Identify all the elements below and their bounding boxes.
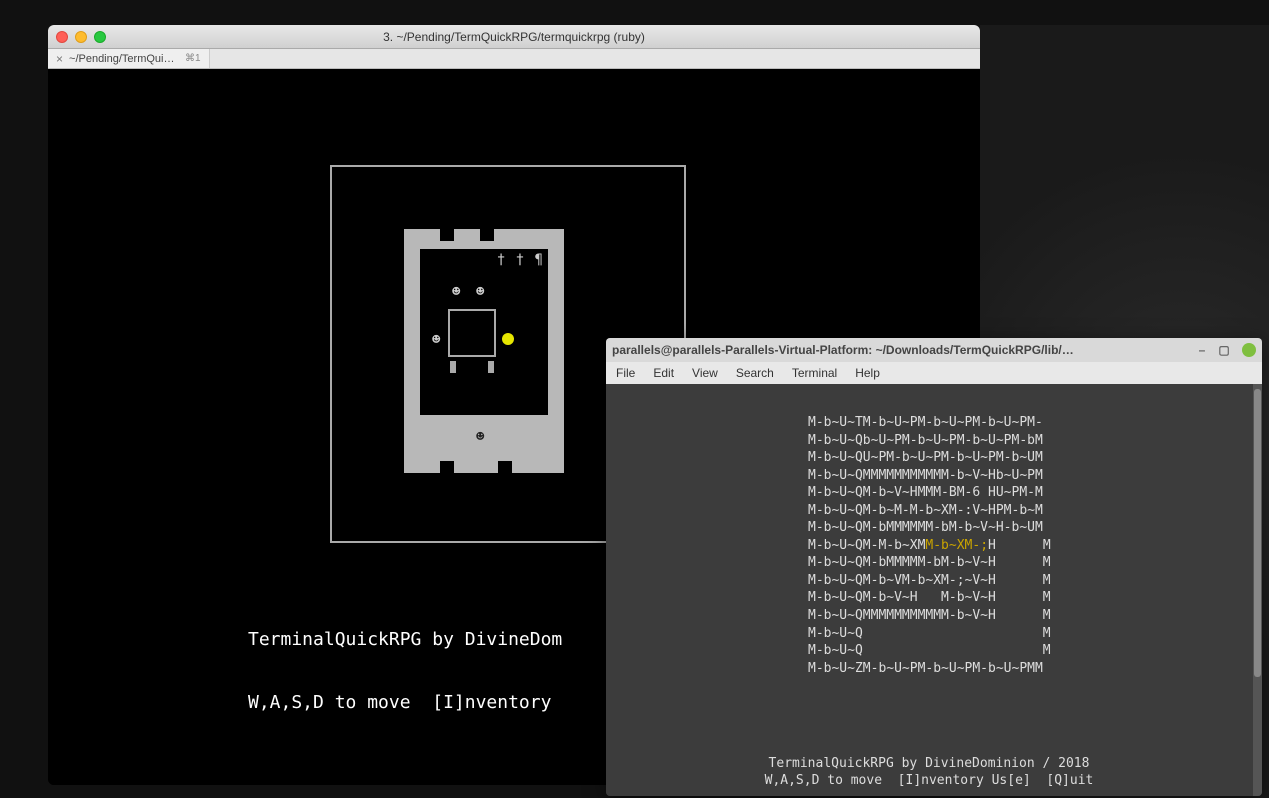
npc-face-icon: ☻	[476, 429, 484, 445]
tab-close-icon[interactable]: ×	[56, 53, 63, 65]
linux-titlebar[interactable]: parallels@parallels-Parallels-Virtual-Pl…	[606, 338, 1262, 362]
wall-notch	[480, 229, 494, 241]
scrollbar[interactable]	[1253, 384, 1262, 796]
maximize-button[interactable]	[94, 31, 106, 43]
game-map-ascii: M-b~U~TM-b~U~PM-b~U~PM-b~U~PM- M-b~U~Qb~…	[808, 414, 1250, 677]
menu-help[interactable]: Help	[855, 366, 880, 380]
item-glyphs: † † ¶	[497, 253, 544, 267]
close-button[interactable]	[56, 31, 68, 43]
game-room-panel: † † ¶ ☻ ☻ ☻ ☻	[404, 229, 564, 473]
minimize-button[interactable]	[75, 31, 87, 43]
linux-terminal-window: parallels@parallels-Parallels-Virtual-Pl…	[606, 338, 1262, 796]
game-room-interior: † † ¶ ☻ ☻ ☻	[420, 249, 548, 415]
npc-face-icon: ☻	[432, 333, 440, 347]
tab-shortcut: ⌘1	[185, 53, 201, 64]
window-title: 3. ~/Pending/TermQuickRPG/termquickrpg (…	[48, 30, 980, 44]
terminal-tab[interactable]: × ~/Pending/TermQuic… ⌘1	[48, 49, 210, 68]
mac-tabbar: × ~/Pending/TermQuic… ⌘1	[48, 49, 980, 69]
menu-view[interactable]: View	[692, 366, 718, 380]
npc-face-icon: ☻	[476, 285, 484, 299]
close-button[interactable]	[1242, 343, 1256, 357]
game-status-text: TerminalQuickRPG by DivineDominion / 201…	[606, 755, 1252, 790]
game-status-text: TerminalQuickRPG by DivineDom W,A,S,D to…	[248, 587, 562, 755]
wall-notch	[498, 461, 512, 473]
npc-face-icon: ☻	[452, 285, 460, 299]
player-marker	[502, 333, 514, 345]
minimize-button[interactable]: –	[1194, 343, 1210, 357]
menu-terminal[interactable]: Terminal	[792, 366, 837, 380]
tab-label: ~/Pending/TermQuic…	[69, 53, 179, 65]
game-table	[448, 309, 496, 357]
status-line: W,A,S,D to move [I]nventory	[248, 692, 562, 713]
mac-titlebar[interactable]: 3. ~/Pending/TermQuickRPG/termquickrpg (…	[48, 25, 980, 49]
status-line: TerminalQuickRPG by DivineDom	[248, 629, 562, 650]
wall-notch	[440, 229, 454, 241]
mac-traffic-lights	[56, 31, 106, 43]
menu-search[interactable]: Search	[736, 366, 774, 380]
wall-notch	[440, 461, 454, 473]
game-table-legs	[450, 361, 494, 373]
menu-file[interactable]: File	[616, 366, 635, 380]
linux-menubar: File Edit View Search Terminal Help	[606, 362, 1262, 384]
linux-terminal-content[interactable]: M-b~U~TM-b~U~PM-b~U~PM-b~U~PM- M-b~U~Qb~…	[606, 384, 1262, 796]
menu-edit[interactable]: Edit	[653, 366, 674, 380]
window-title: parallels@parallels-Parallels-Virtual-Pl…	[612, 343, 1188, 357]
scrollbar-thumb[interactable]	[1254, 389, 1261, 677]
maximize-button[interactable]: ▢	[1216, 343, 1232, 357]
